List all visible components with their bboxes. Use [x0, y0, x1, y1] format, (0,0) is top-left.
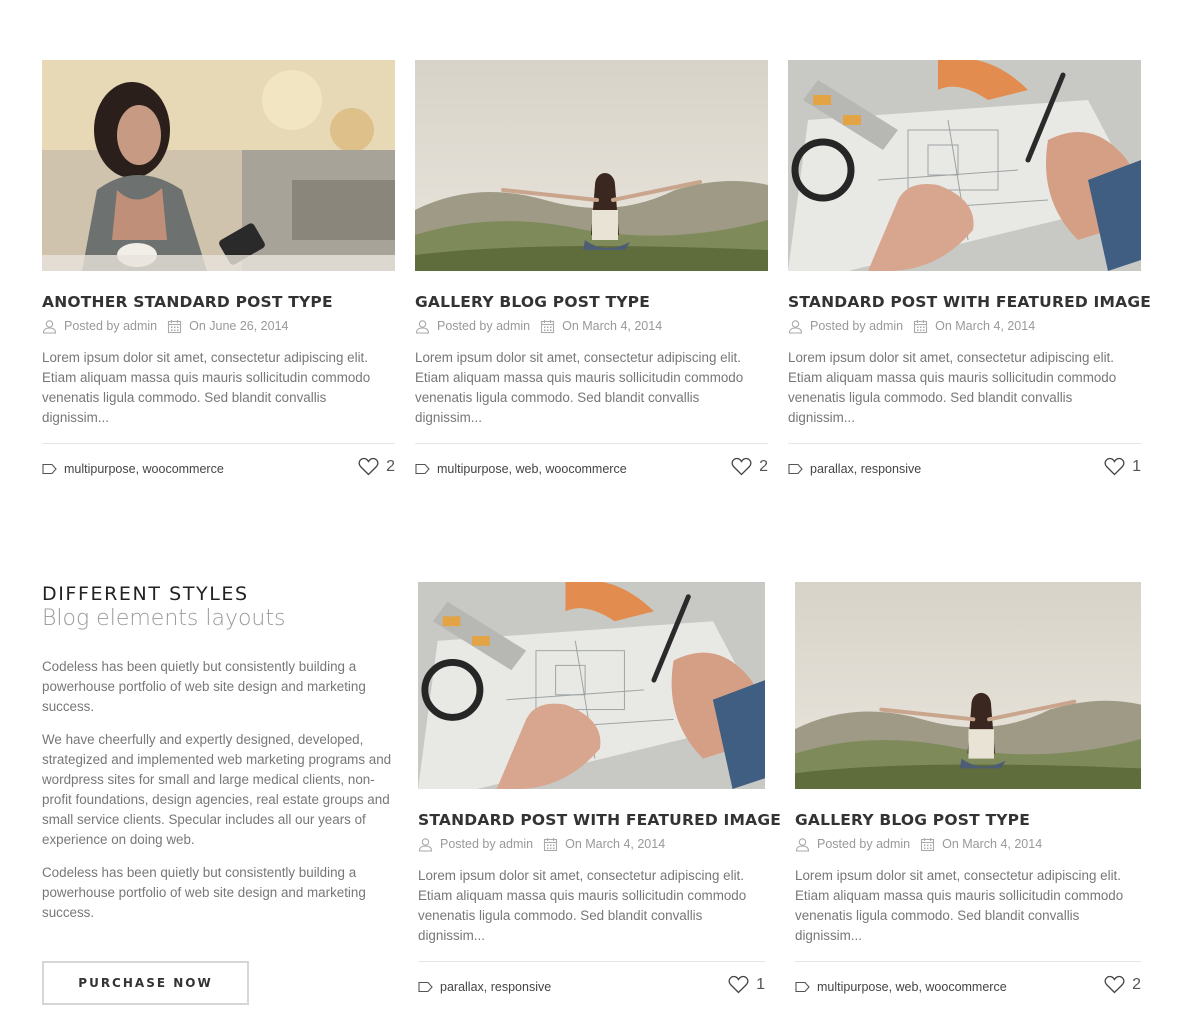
post-author: Posted by admin [437, 319, 531, 333]
post-footer: parallax, responsive 1 [418, 961, 765, 1005]
post-footer: multipurpose, web, woocommerce 2 [795, 961, 1141, 1005]
post-thumbnail[interactable] [418, 582, 765, 789]
post-date: On March 4, 2014 [562, 319, 663, 333]
post-date: On March 4, 2014 [565, 837, 666, 851]
post-card: ANOTHER STANDARD POST TYPE Posted by adm… [42, 60, 395, 487]
intro-section: DIFFERENT STYLES Blog elements layouts C… [42, 583, 394, 923]
post-author: Posted by admin [817, 837, 911, 851]
section-subheading: Blog elements layouts [42, 606, 286, 631]
like-button[interactable]: 2 [358, 457, 395, 476]
calendar-icon [167, 319, 182, 334]
like-count: 2 [386, 457, 395, 475]
post-thumbnail[interactable] [415, 60, 768, 271]
post-meta: Posted by admin On March 4, 2014 [418, 836, 765, 852]
woman-on-hill-photo [415, 60, 768, 271]
post-tags[interactable]: parallax, responsive [440, 980, 551, 994]
post-card: STANDARD POST WITH FEATURED IMAGE Posted… [418, 582, 781, 1005]
post-thumbnail[interactable] [788, 60, 1141, 271]
like-count: 1 [1132, 457, 1141, 475]
post-meta: Posted by admin On March 4, 2014 [415, 318, 768, 334]
like-count: 1 [756, 975, 765, 993]
post-card: STANDARD POST WITH FEATURED IMAGE Posted… [788, 60, 1151, 487]
post-tags[interactable]: multipurpose, web, woocommerce [817, 980, 1007, 994]
tag-icon [42, 463, 57, 475]
post-date: On March 4, 2014 [942, 837, 1043, 851]
post-footer: multipurpose, web, woocommerce 2 [415, 443, 768, 487]
post-excerpt: Lorem ipsum dolor sit amet, consectetur … [788, 350, 1117, 425]
tag-icon [415, 463, 430, 475]
heart-icon [1104, 975, 1125, 994]
post-title[interactable]: ANOTHER STANDARD POST TYPE [42, 293, 395, 311]
post-footer: multipurpose, woocommerce 2 [42, 443, 395, 487]
post-author: Posted by admin [64, 319, 158, 333]
post-meta: Posted by admin On March 4, 2014 [795, 836, 1141, 852]
calendar-icon [543, 837, 558, 852]
post-title[interactable]: GALLERY BLOG POST TYPE [795, 811, 1141, 829]
intro-paragraph: Codeless has been quietly but consistent… [42, 659, 366, 714]
like-button[interactable]: 2 [1104, 975, 1141, 994]
heart-icon [1104, 457, 1125, 476]
post-thumbnail[interactable] [42, 60, 395, 271]
intro-paragraph: We have cheerfully and expertly designed… [42, 732, 392, 847]
post-author: Posted by admin [810, 319, 904, 333]
blueprint-drafting-photo [418, 582, 765, 789]
like-button[interactable]: 2 [731, 457, 768, 476]
post-author: Posted by admin [440, 837, 534, 851]
tag-icon [795, 981, 810, 993]
post-thumbnail[interactable] [795, 582, 1141, 789]
blueprint-drafting-photo [788, 60, 1141, 271]
post-tags[interactable]: multipurpose, woocommerce [64, 462, 224, 476]
post-date: On June 26, 2014 [189, 319, 289, 333]
tag-icon [788, 463, 803, 475]
section-heading: DIFFERENT STYLES [42, 583, 249, 605]
woman-on-hill-photo [795, 582, 1141, 789]
user-icon [795, 837, 810, 852]
purchase-now-button[interactable]: PURCHASE NOW [42, 961, 249, 1005]
user-icon [788, 319, 803, 334]
post-title[interactable]: STANDARD POST WITH FEATURED IMAGE [788, 293, 1151, 311]
user-icon [418, 837, 433, 852]
post-tags[interactable]: parallax, responsive [810, 462, 921, 476]
like-button[interactable]: 1 [1104, 457, 1141, 476]
post-excerpt: Lorem ipsum dolor sit amet, consectetur … [418, 868, 747, 943]
post-title[interactable]: GALLERY BLOG POST TYPE [415, 293, 768, 311]
heart-icon [358, 457, 379, 476]
post-excerpt: Lorem ipsum dolor sit amet, consectetur … [42, 350, 371, 425]
intro-paragraph: Codeless has been quietly but consistent… [42, 865, 366, 920]
post-card: GALLERY BLOG POST TYPE Posted by admin O… [795, 582, 1141, 1005]
heart-icon [731, 457, 752, 476]
post-excerpt: Lorem ipsum dolor sit amet, consectetur … [415, 350, 744, 425]
post-excerpt: Lorem ipsum dolor sit amet, consectetur … [795, 868, 1124, 943]
post-title[interactable]: STANDARD POST WITH FEATURED IMAGE [418, 811, 781, 829]
post-meta: Posted by admin On June 26, 2014 [42, 318, 395, 334]
like-count: 2 [759, 457, 768, 475]
user-icon [42, 319, 57, 334]
calendar-icon [920, 837, 935, 852]
heart-icon [728, 975, 749, 994]
like-button[interactable]: 1 [728, 975, 765, 994]
post-card: GALLERY BLOG POST TYPE Posted by admin O… [415, 60, 768, 487]
tag-icon [418, 981, 433, 993]
post-footer: parallax, responsive 1 [788, 443, 1141, 487]
calendar-icon [540, 319, 555, 334]
woman-with-phone-photo [42, 60, 395, 271]
post-date: On March 4, 2014 [935, 319, 1036, 333]
calendar-icon [913, 319, 928, 334]
like-count: 2 [1132, 975, 1141, 993]
post-tags[interactable]: multipurpose, web, woocommerce [437, 462, 627, 476]
user-icon [415, 319, 430, 334]
post-meta: Posted by admin On March 4, 2014 [788, 318, 1141, 334]
